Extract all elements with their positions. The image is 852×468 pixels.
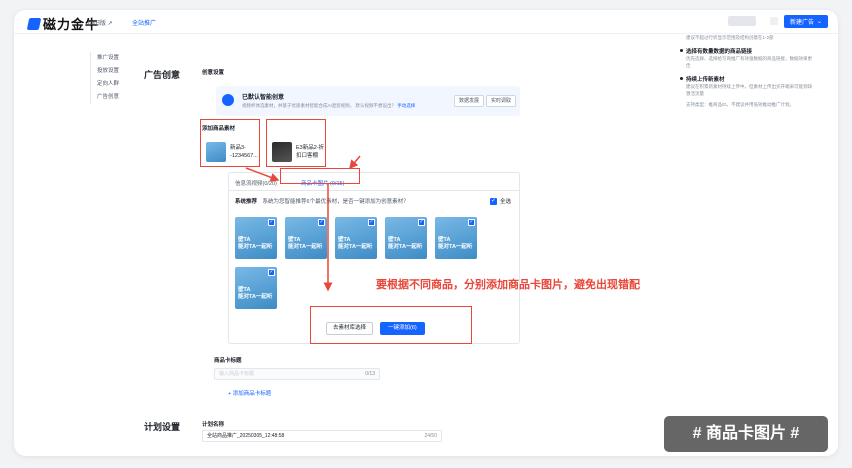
tips-panel: 建议不超过行折显示范围及结构创意在1-2部 选择有数量数据的商品链接 优先选择、…: [680, 34, 812, 108]
creative-settings-label: 创意设置: [202, 70, 225, 76]
plan-name-value: 全站商品推广_20250305_12:48:58: [207, 433, 285, 439]
add-card-title-link[interactable]: + 添加商品卡标题: [228, 389, 271, 397]
banner-desc-question: 默认视频不想设出？: [355, 103, 397, 108]
image-tile[interactable]: ✓ 壁TA 能对TA一起听: [335, 217, 377, 259]
app-window: 磁力金牛 回旧版 ↗ 全站推广 新建广告 ⌄ 推广设置 投放设置 定向人群 广告…: [14, 10, 838, 456]
image-tile[interactable]: ✓ 壁TA 能对TA一起听: [235, 267, 277, 309]
tile-checkbox-icon[interactable]: ✓: [418, 219, 425, 226]
banner-description: 视频杯体选素材，并基于优质素材智能合成AI混剪视频， 默认视频不想设出？ 手动选…: [242, 103, 415, 109]
tip-desc-0: 建议不超过行折显示范围及结构创意在1-2部: [686, 35, 774, 40]
select-all-checkbox[interactable]: ✓ 全选: [489, 197, 511, 205]
card-title-counter: 0/13: [365, 371, 375, 377]
tip-desc-1: 优先选择、选择给写商推广有效强数据的商品链接，数据效果更佳: [686, 56, 812, 68]
highlight-box-buttons: [310, 306, 472, 344]
new-ad-button-label: 新建广告: [789, 20, 814, 26]
tile-checkbox-icon[interactable]: ✓: [268, 219, 275, 226]
smart-creative-banner: 已默认智能创意 视频杯体选素材，并基于优质素材智能合成AI混剪视频， 默认视频不…: [216, 86, 520, 116]
tile-text: 壁TA 能对TA一起听: [238, 287, 273, 300]
topic-tag: # 商品卡图片 #: [664, 416, 828, 452]
tile-checkbox-icon[interactable]: ✓: [368, 219, 375, 226]
image-tile[interactable]: ✓ 壁TA 能对TA一起听: [385, 217, 427, 259]
banner-title: 已默认智能创意: [242, 95, 285, 101]
image-tile[interactable]: ✓ 壁TA 能对TA一起听: [285, 217, 327, 259]
plan-name-counter: 24/50: [424, 433, 437, 439]
section-title-creative: 广告创意: [144, 70, 181, 80]
tab-feed-video[interactable]: 信息流视频(0/20): [235, 179, 277, 187]
new-ad-button[interactable]: 新建广告 ⌄: [784, 15, 828, 28]
old-version-link[interactable]: 回旧版 ↗: [88, 18, 113, 27]
tile-checkbox-icon[interactable]: ✓: [318, 219, 325, 226]
highlight-box-product2: [266, 119, 326, 167]
top-bar: 磁力金牛 回旧版 ↗ 全站推广 新建广告 ⌄: [14, 10, 838, 34]
bullet-icon: [680, 49, 683, 52]
system-recommend-desc: 系统为您智能推荐6个最优素材，是否一键添加为创意素材？: [262, 199, 409, 205]
highlight-box-tab: [280, 168, 360, 184]
plan-name-label: 计划名称: [202, 422, 225, 428]
smart-creative-icon: [222, 94, 234, 106]
sidenav-item-promotion[interactable]: 推广设置: [90, 52, 140, 65]
tip-note: 支持类型：推商品ID，不建议并用低效推动推广计划。: [686, 102, 794, 107]
tip-title-text: 选择有数量数据的商品链接: [686, 49, 753, 55]
tip-title-2: 持续上传新素材: [680, 75, 812, 83]
tile-text: 壁TA 能对TA一起听: [288, 237, 323, 250]
bullet-icon: [680, 77, 683, 80]
card-title-input[interactable]: 输入商品卡标题 0/13: [214, 368, 380, 380]
section-title-plan: 计划设置: [144, 422, 181, 432]
tile-checkbox-icon[interactable]: ✓: [268, 269, 275, 276]
image-tile[interactable]: ✓ 壁TA 能对TA一起听: [435, 217, 477, 259]
manual-select-link[interactable]: 手动选择: [397, 103, 415, 108]
system-recommend-row: 系统推荐 系统为您智能推荐6个最优素材，是否一键添加为创意素材？: [235, 197, 409, 205]
material-tabs: 信息流视频(0/20) 商品卡图片 (0/15): [229, 173, 519, 191]
tile-text: 壁TA 能对TA一起听: [338, 237, 373, 250]
image-tile[interactable]: ✓ 壁TA 能对TA一起听: [235, 217, 277, 259]
tip-title-text: 持续上传新素材: [686, 77, 725, 83]
card-title-label: 商品卡标题: [214, 358, 242, 364]
side-nav: 推广设置 投放设置 定向人群 广告创意: [90, 52, 140, 104]
tip-title-1: 选择有数量数据的商品链接: [680, 47, 812, 55]
tile-text: 壁TA 能对TA一起听: [438, 237, 473, 250]
chevron-down-icon: ⌄: [816, 19, 823, 25]
tip-desc-2: 建议在积累新素材持续上传中，但素材上传出买开端采可能到缺激活流量: [686, 84, 812, 96]
select-all-label: 全选: [499, 199, 511, 205]
account-avatar[interactable]: [728, 16, 756, 26]
sidenav-item-delivery[interactable]: 投放设置: [90, 65, 140, 78]
arrow-product2-to-tab: [349, 155, 361, 170]
tile-checkbox-icon[interactable]: ✓: [468, 219, 475, 226]
banner-desc-text: 视频杯体选素材，并基于优质素材智能合成AI混剪视频，: [242, 103, 355, 108]
sidenav-item-creative[interactable]: 广告创意: [90, 91, 140, 104]
sidenav-item-audience[interactable]: 定向人群: [90, 78, 140, 91]
data-button[interactable]: 数据发展: [454, 95, 485, 107]
highlight-box-product1: [200, 119, 260, 167]
tile-text: 壁TA 能对TA一起听: [238, 237, 273, 250]
checkbox-icon: ✓: [489, 197, 497, 205]
tile-text: 壁TA 能对TA一起听: [388, 237, 423, 250]
more-icon[interactable]: [770, 17, 778, 25]
card-title-placeholder: 输入商品卡标题: [219, 371, 255, 377]
realtime-button[interactable]: 实时调取: [486, 95, 517, 107]
promotion-type-link[interactable]: 全站推广: [132, 18, 156, 27]
plan-name-input[interactable]: 全站商品推广_20250305_12:48:58 24/50: [202, 430, 442, 442]
annotation-text: 要根据不同商品，分别添加商品卡图片，避免出现错配: [376, 279, 640, 291]
brand-icon: [26, 17, 42, 30]
system-recommend-title: 系统推荐: [235, 199, 258, 205]
